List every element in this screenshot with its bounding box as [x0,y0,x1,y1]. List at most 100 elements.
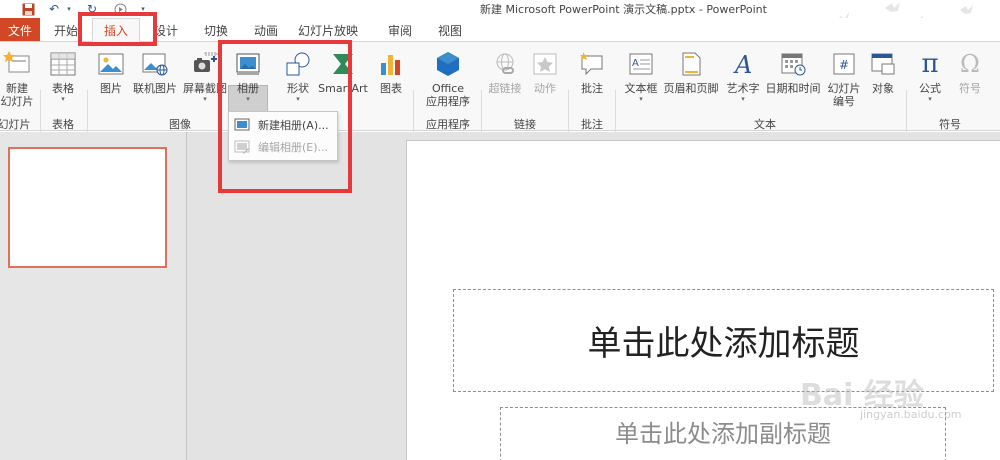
tab-home[interactable]: 开始 [46,18,86,42]
tab-design[interactable]: 设计 [146,18,186,42]
symbol-label: 符号 [959,82,981,95]
smartart-icon [327,48,359,80]
chart-label: 图表 [380,82,402,95]
object-label: 对象 [872,82,894,95]
office-apps-label-1: Office [431,82,465,95]
wordart-icon: A [727,48,759,80]
wordart-dropdown-icon: ▾ [741,95,745,103]
group-label-comments: 批注 [581,118,603,131]
action-star-icon [529,48,561,80]
date-time-button[interactable]: 日期和时间 [763,42,823,95]
online-picture-button[interactable]: 联机图片 [130,42,180,95]
screenshot-button[interactable]: 屏幕截图 ▾ [181,42,229,103]
new-slide-label-1: 新建 [6,82,28,95]
tab-file[interactable]: 文件 [0,18,40,42]
smartart-button[interactable]: SmartArt [318,42,368,95]
slide-number-icon: # [828,48,860,80]
menu-item-edit-album[interactable]: 编辑相册(E)... [229,136,337,158]
tab-slideshow[interactable]: 幻灯片放映 [290,18,366,42]
photo-album-button[interactable]: 相册 ▾ [229,42,267,103]
slide-thumbnail-1[interactable] [8,147,167,268]
group-label-links: 链接 [514,118,536,131]
object-button[interactable]: 对象 [864,42,902,95]
comment-label: 批注 [581,82,603,95]
tab-insert[interactable]: 插入 [92,18,140,42]
save-icon[interactable] [20,1,36,17]
object-icon [867,48,899,80]
picture-button[interactable]: 图片 [94,42,128,95]
pi-icon: π [921,48,939,79]
new-slide-button[interactable]: 新建 幻灯片 [0,42,38,108]
undo-dropdown-icon[interactable]: ▾ [64,1,74,17]
new-slide-label-2: 幻灯片 [0,95,34,108]
wordart-label: 艺术字 [726,82,760,95]
slide-number-label-2: 编号 [833,95,855,108]
svg-text:#: # [839,58,849,72]
table-label: 表格 [52,82,74,95]
slide-number-label-1: 幻灯片 [827,82,861,95]
table-icon [47,48,79,80]
table-dropdown-icon: ▾ [61,95,65,103]
action-button[interactable]: 动作 [527,42,563,95]
slide-number-button[interactable]: # 幻灯片 编号 [823,42,865,108]
action-label: 动作 [534,82,556,95]
equation-button[interactable]: π 公式 ▾ [910,42,950,104]
shapes-dropdown-icon: ▾ [296,95,300,103]
tab-review[interactable]: 审阅 [380,18,420,42]
online-picture-label: 联机图片 [133,82,177,95]
shapes-label: 形状 [287,82,309,95]
comment-button[interactable]: 批注 [572,42,612,95]
equation-dropdown-icon: ▾ [928,95,932,103]
powerpoint-window: ↶ ▾ ↻ ▾ 新建 Microsoft PowerPoint 演示文稿.ppt… [0,0,1000,460]
hyperlink-icon [489,48,521,80]
header-footer-icon [675,48,707,80]
ribbon-insert: 新建 幻灯片 幻灯片 表格 ▾ 表格 图片 联机图片 屏幕截图 ▾ 相册 ▾ 图… [0,41,1000,170]
picture-icon [95,48,127,80]
photo-album-label: 相册 [237,82,259,95]
edit-album-icon [234,140,250,154]
textbox-label: 文本框 [624,82,658,95]
group-label-apps: 应用程序 [426,118,470,131]
new-slide-icon [1,48,33,80]
equation-label: 公式 [919,82,941,95]
header-footer-button[interactable]: 页眉和页脚 [660,42,722,95]
wordart-button[interactable]: A 艺术字 ▾ [722,42,764,103]
textbox-dropdown-icon: ▾ [639,95,643,103]
tab-transitions[interactable]: 切换 [196,18,236,42]
smartart-label: SmartArt [318,82,368,95]
shapes-button[interactable]: 形状 ▾ [281,42,315,103]
menu-item-edit-album-label: 编辑相册(E)... [258,141,329,154]
menu-item-new-album[interactable]: 新建相册(A)... [229,114,337,136]
photo-album-menu: 新建相册(A)... 编辑相册(E)... [228,111,338,161]
group-label-slides: 幻灯片 [0,118,31,131]
office-apps-button[interactable]: Office 应用程序 [418,42,478,108]
online-picture-icon [139,48,171,80]
tab-animations[interactable]: 动画 [246,18,286,42]
screenshot-label: 屏幕截图 [183,82,227,95]
omega-icon: Ω [960,49,980,78]
screenshot-icon [189,48,221,80]
redo-icon[interactable]: ↻ [84,1,100,17]
group-label-symbols: 符号 [939,118,961,131]
comment-icon [576,48,608,80]
header-footer-label: 页眉和页脚 [663,82,719,95]
watermark-url: jingyan.baidu.com [860,408,962,421]
shapes-icon [282,48,314,80]
hyperlink-button[interactable]: 超链接 [485,42,525,95]
svg-text:A: A [632,58,639,69]
calendar-icon [777,48,809,80]
screenshot-dropdown-icon: ▾ [203,95,207,103]
new-album-icon [234,118,250,131]
tab-view[interactable]: 视图 [430,18,470,42]
textbox-button[interactable]: A 文本框 ▾ [620,42,662,103]
menu-item-new-album-label: 新建相册(A)... [258,119,329,132]
symbol-button[interactable]: Ω 符号 [950,42,990,96]
customize-qat-icon[interactable]: ▾ [138,1,148,17]
textbox-icon: A [625,48,657,80]
group-label-tables: 表格 [52,118,74,131]
picture-label: 图片 [100,82,122,95]
chart-button[interactable]: 图表 [374,42,408,95]
slideshow-start-icon[interactable] [112,1,128,17]
undo-icon[interactable]: ↶ [46,1,62,17]
table-button[interactable]: 表格 ▾ [44,42,82,103]
